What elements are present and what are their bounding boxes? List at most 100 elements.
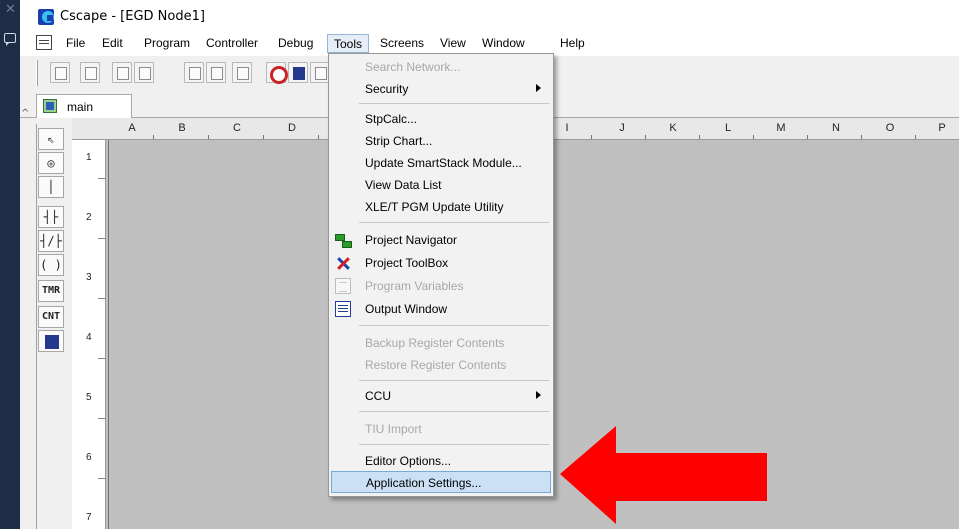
- column-tick: [263, 135, 264, 139]
- menu-item-label: Project ToolBox: [365, 256, 449, 270]
- column-tick: [208, 135, 209, 139]
- rung-number: 1: [86, 152, 92, 163]
- menu-item-label: Output Window: [365, 302, 448, 316]
- document-window-icon[interactable]: [36, 35, 52, 50]
- menu-item-project-navigator[interactable]: Project Navigator: [331, 229, 551, 251]
- row-header: 1 2 3 4 5 6 7: [72, 140, 106, 529]
- toolbar-target-button[interactable]: [266, 62, 288, 84]
- rung-number: 3: [86, 272, 92, 283]
- column-tick: [153, 135, 154, 139]
- menu-item-application-settings[interactable]: Application Settings...: [331, 471, 551, 493]
- column-label: J: [619, 122, 625, 134]
- menu-separator: [359, 444, 549, 445]
- column-tick: [753, 135, 754, 139]
- chat-icon[interactable]: [4, 33, 16, 46]
- menu-item-output-window[interactable]: Output Window: [331, 298, 551, 320]
- column-tick: [807, 135, 808, 139]
- toolbar-upload-button[interactable]: [80, 62, 100, 83]
- menu-item-label: Search Network...: [365, 60, 461, 74]
- arrow-shape: [560, 426, 767, 524]
- column-label: O: [885, 122, 895, 134]
- title-bar: Cscape - [EGD Node1]: [20, 0, 959, 30]
- ladder-program-icon: [43, 99, 57, 113]
- menu-tools[interactable]: Tools: [327, 34, 370, 53]
- menu-item-label: Project Navigator: [365, 233, 458, 247]
- menu-item-stpcalc[interactable]: StpCalc...: [331, 108, 551, 130]
- column-label: P: [938, 122, 946, 134]
- left-power-rail: [108, 140, 109, 529]
- project-navigator-icon: [335, 232, 352, 248]
- column-tick: [591, 135, 592, 139]
- toolbar-import-button[interactable]: [134, 62, 154, 83]
- document-tab-main[interactable]: main: [36, 94, 132, 119]
- menu-item-label: Strip Chart...: [365, 134, 433, 148]
- cscape-logo-icon: [38, 9, 54, 25]
- contact-nc-icon[interactable]: ┤/├: [38, 230, 64, 252]
- menu-item-search-network: Search Network...: [331, 56, 551, 78]
- row-tick: [98, 178, 106, 179]
- menu-item-label: Restore Register Contents: [365, 358, 507, 372]
- menu-item-editor-options[interactable]: Editor Options...: [331, 450, 551, 472]
- submenu-arrow-icon: [536, 391, 541, 399]
- toolbar-page-button-3[interactable]: [232, 62, 252, 83]
- document-tab-label: main: [67, 100, 94, 114]
- toolbar-page-button-2[interactable]: [206, 62, 226, 83]
- counter-button[interactable]: CNT: [38, 306, 64, 328]
- column-tick: [645, 135, 646, 139]
- menu-item-label: XLE/T PGM Update Utility: [365, 200, 504, 214]
- coil-icon[interactable]: ( ): [38, 254, 64, 276]
- os-side-strip: ✕: [0, 0, 20, 529]
- menu-item-tiu-import: TIU Import: [331, 418, 551, 440]
- menu-debug[interactable]: Debug: [272, 34, 319, 53]
- rung-number: 7: [86, 512, 92, 523]
- output-window-icon: [335, 301, 351, 317]
- contact-no-icon[interactable]: ┤├: [38, 206, 64, 228]
- menu-window[interactable]: Window: [476, 34, 531, 53]
- menu-item-view-data-list[interactable]: View Data List: [331, 174, 551, 196]
- menu-separator: [359, 411, 549, 412]
- toolbar-download-button[interactable]: [50, 62, 70, 83]
- close-x-icon[interactable]: ✕: [5, 2, 16, 17]
- comment-icon[interactable]: ◎: [38, 152, 64, 174]
- column-tick: [318, 135, 319, 139]
- tools-dropdown-menu: Search Network... Security StpCalc... St…: [328, 53, 554, 497]
- column-label: L: [724, 122, 732, 134]
- menu-item-security[interactable]: Security: [331, 78, 551, 100]
- menu-item-restore-register: Restore Register Contents: [331, 354, 551, 376]
- menu-item-xle-pgm-update[interactable]: XLE/T PGM Update Utility: [331, 196, 551, 218]
- rung-number: 6: [86, 452, 92, 463]
- rung-number: 5: [86, 392, 92, 403]
- column-tick: [699, 135, 700, 139]
- submenu-arrow-icon: [536, 84, 541, 92]
- toolbar-data-grid-button[interactable]: [288, 62, 308, 83]
- function-block-icon[interactable]: [38, 330, 64, 352]
- menu-view[interactable]: View: [434, 34, 472, 53]
- toolbar-grip[interactable]: [36, 60, 38, 86]
- menu-file[interactable]: File: [60, 34, 91, 53]
- column-label: M: [776, 122, 786, 134]
- toolbar-export-button[interactable]: [112, 62, 132, 83]
- menu-item-ccu[interactable]: CCU: [331, 385, 551, 407]
- toolbar-page-button-1[interactable]: [184, 62, 204, 83]
- menu-item-strip-chart[interactable]: Strip Chart...: [331, 130, 551, 152]
- column-label: N: [832, 122, 840, 134]
- pointer-icon[interactable]: ⇖: [38, 128, 64, 150]
- column-label: I: [565, 122, 569, 134]
- toolbar-more-button[interactable]: [310, 62, 330, 83]
- wire-vertical-icon[interactable]: │: [38, 176, 64, 198]
- menu-item-update-smartstack[interactable]: Update SmartStack Module...: [331, 152, 551, 174]
- menu-screens[interactable]: Screens: [374, 34, 430, 53]
- menu-controller[interactable]: Controller: [200, 34, 264, 53]
- column-label: K: [669, 122, 677, 134]
- menu-edit[interactable]: Edit: [96, 34, 129, 53]
- menu-program[interactable]: Program: [138, 34, 196, 53]
- timer-button[interactable]: TMR: [38, 280, 64, 302]
- menu-item-project-toolbox[interactable]: Project ToolBox: [331, 252, 551, 274]
- menu-help[interactable]: Help: [554, 34, 591, 53]
- row-tick: [98, 238, 106, 239]
- row-tick: [98, 358, 106, 359]
- row-tick: [98, 418, 106, 419]
- menu-item-label: Update SmartStack Module...: [365, 156, 522, 170]
- menu-item-label: Program Variables: [365, 279, 464, 293]
- column-tick: [915, 135, 916, 139]
